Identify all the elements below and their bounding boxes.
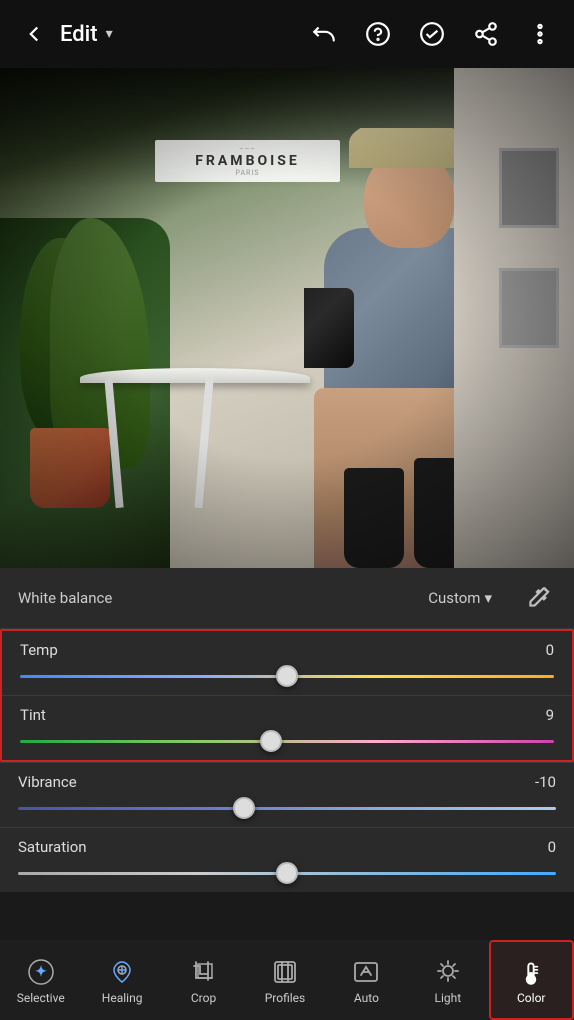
photo-image: ––– FRAMBOISE PARIS [0,68,574,568]
more-button[interactable] [522,16,558,52]
title-dropdown-arrow[interactable]: ▾ [106,26,113,42]
color-icon [516,957,546,987]
saturation-label: Saturation [18,838,87,856]
tab-selective-label: Selective [17,991,65,1005]
tab-healing[interactable]: Healing [81,940,162,1020]
temp-tint-section: Temp 0 Tint 9 [0,629,574,762]
bottom-tabs: ✦ Selective Healing Crop [0,940,574,1020]
temp-label: Temp [20,641,58,659]
tab-profiles[interactable]: Profiles [244,940,325,1020]
tab-auto[interactable]: Auto [326,940,407,1020]
temp-value: 0 [546,641,554,659]
tab-color-label: Color [517,991,545,1005]
help-button[interactable] [360,16,396,52]
light-icon [433,957,463,987]
profiles-icon [270,957,300,987]
vibrance-slider-row: Vibrance -10 [0,762,574,827]
white-balance-row: White balance Custom ▾ [0,568,574,629]
vibrance-label: Vibrance [18,773,77,791]
tab-crop-label: Crop [191,991,216,1005]
undo-button[interactable] [306,16,342,52]
svg-text:✦: ✦ [35,964,47,980]
photo-area: ––– FRAMBOISE PARIS [0,68,574,568]
eyedropper-button[interactable] [520,580,556,616]
white-balance-dropdown[interactable]: Custom ▾ [428,589,492,607]
tab-selective[interactable]: ✦ Selective [0,940,81,1020]
white-balance-value: Custom [428,589,480,607]
tab-profiles-label: Profiles [265,991,306,1005]
temp-slider[interactable] [20,665,554,687]
page-title: Edit [60,22,98,47]
crop-icon [189,957,219,987]
tab-color[interactable]: Color [489,940,574,1020]
vibrance-thumb[interactable] [233,797,255,819]
tab-healing-label: Healing [102,991,143,1005]
top-bar: Edit ▾ [0,0,574,68]
tint-slider[interactable] [20,730,554,752]
temp-slider-row: Temp 0 [2,631,572,695]
vibrance-value: -10 [535,773,556,791]
confirm-button[interactable] [414,16,450,52]
tint-slider-row: Tint 9 [2,695,572,760]
selective-icon: ✦ [26,957,56,987]
top-bar-right [306,16,558,52]
saturation-slider[interactable] [18,862,556,884]
saturation-slider-row: Saturation 0 [0,827,574,892]
tint-thumb[interactable] [260,730,282,752]
back-button[interactable] [16,16,52,52]
tint-value: 9 [546,706,554,724]
tab-auto-label: Auto [354,991,379,1005]
white-balance-label: White balance [18,589,416,607]
wb-dropdown-arrow: ▾ [484,589,492,607]
tab-light[interactable]: Light [407,940,488,1020]
vibrance-slider[interactable] [18,797,556,819]
tab-light-label: Light [434,991,461,1005]
auto-icon [351,957,381,987]
tab-crop[interactable]: Crop [163,940,244,1020]
top-bar-left: Edit ▾ [16,16,113,52]
healing-icon [107,957,137,987]
temp-thumb[interactable] [276,665,298,687]
saturation-thumb[interactable] [276,862,298,884]
saturation-value: 0 [548,838,556,856]
tint-label: Tint [20,706,46,724]
controls-panel: White balance Custom ▾ Temp 0 [0,568,574,892]
share-button[interactable] [468,16,504,52]
